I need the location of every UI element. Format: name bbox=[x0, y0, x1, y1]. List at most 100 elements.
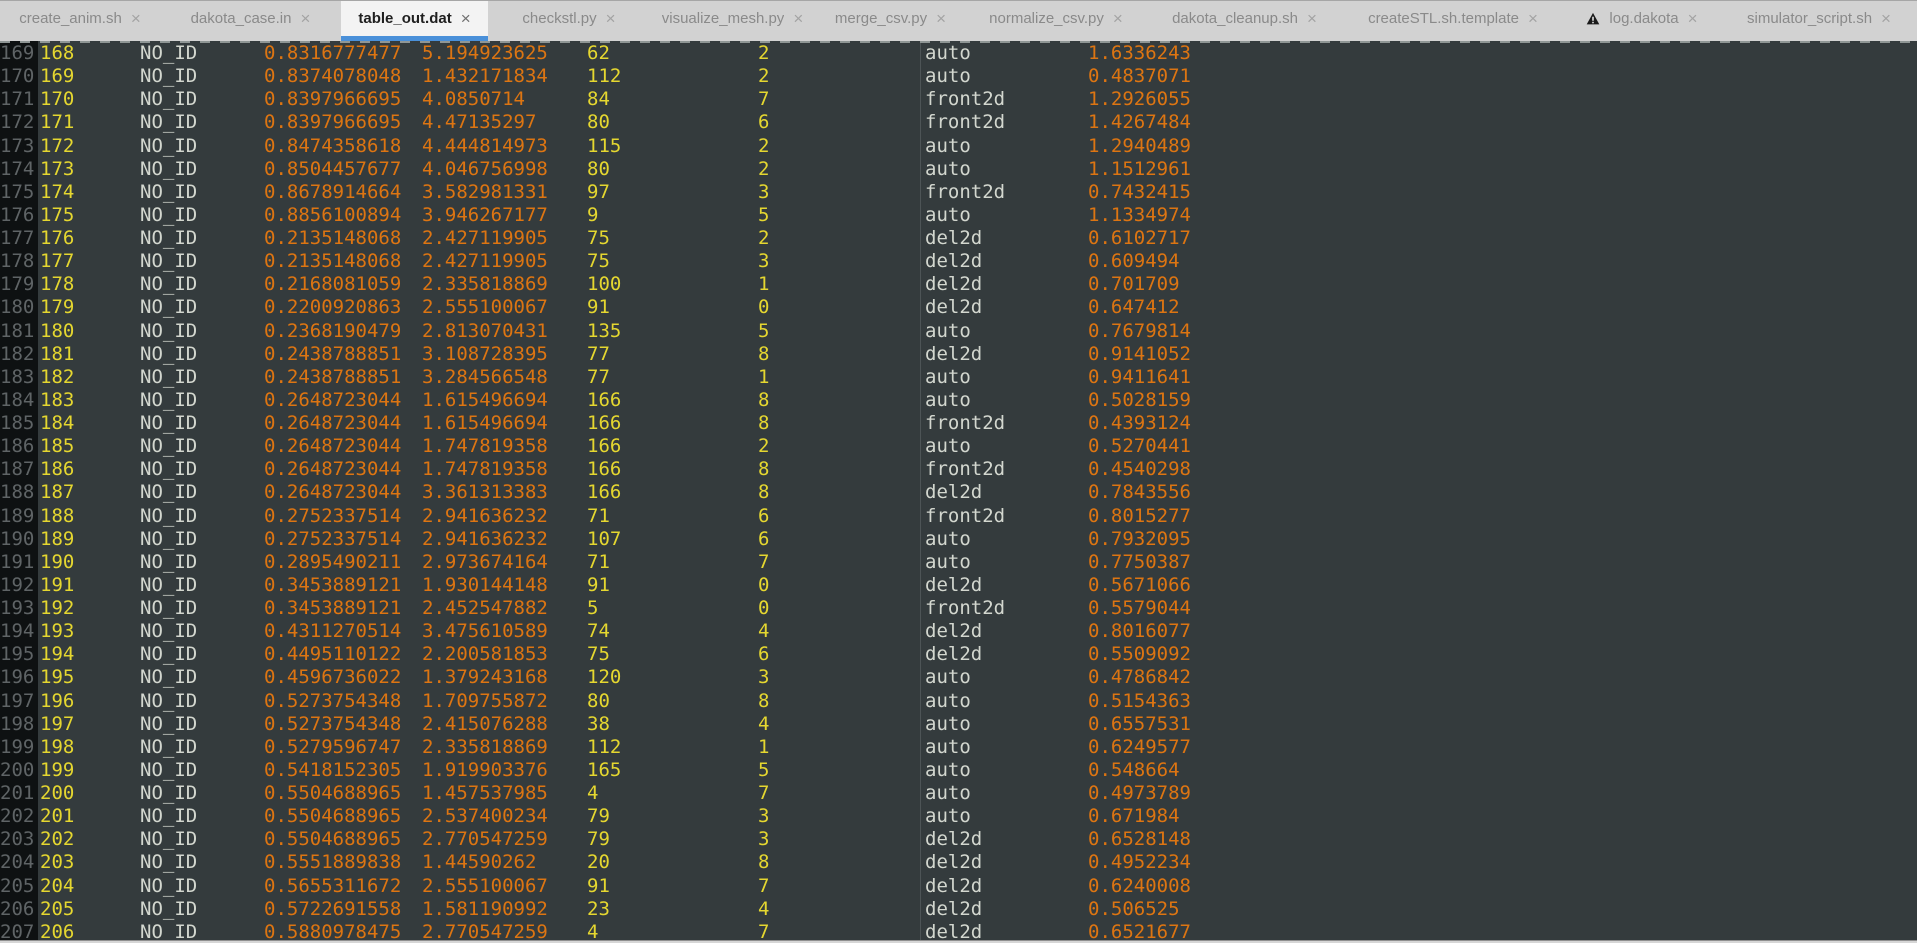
table-row: 201 200 NO_ID 0.5504688965 1.457537985 4… bbox=[0, 782, 1917, 805]
cell-value-3: 1.2940489 bbox=[1086, 135, 1917, 158]
line-number: 177 bbox=[0, 227, 38, 250]
cell-label: NO_ID bbox=[138, 851, 262, 874]
cell-id: 194 bbox=[38, 643, 138, 666]
cell-value-1: 0.5551889838 bbox=[262, 851, 420, 874]
table-row: 193 192 NO_ID 0.3453889121 2.452547882 5… bbox=[0, 597, 1917, 620]
close-icon[interactable]: × bbox=[1528, 10, 1538, 27]
line-number: 178 bbox=[0, 250, 38, 273]
cell-label: NO_ID bbox=[138, 389, 262, 412]
close-icon[interactable]: × bbox=[461, 10, 471, 27]
table-row: 187 186 NO_ID 0.2648723044 1.747819358 1… bbox=[0, 458, 1917, 481]
close-icon[interactable]: × bbox=[1307, 10, 1317, 27]
cell-int-2: 4 bbox=[756, 620, 918, 643]
cell-value-2: 1.747819358 bbox=[420, 435, 585, 458]
cell-int-1: 165 bbox=[585, 759, 756, 782]
line-number: 206 bbox=[0, 898, 38, 921]
tab-visualize_mesh.py[interactable]: visualize_mesh.py × bbox=[650, 1, 815, 41]
cell-value-2: 1.615496694 bbox=[420, 412, 585, 435]
cell-int-2: 5 bbox=[756, 759, 918, 782]
cell-value-2: 2.415076288 bbox=[420, 713, 585, 736]
close-icon[interactable]: × bbox=[936, 10, 946, 27]
cell-tag: del2d bbox=[918, 620, 1086, 643]
tab-label: create_anim.sh bbox=[19, 10, 122, 27]
line-number: 186 bbox=[0, 435, 38, 458]
table-row: 175 174 NO_ID 0.8678914664 3.582981331 9… bbox=[0, 181, 1917, 204]
line-number: 193 bbox=[0, 597, 38, 620]
close-icon[interactable]: × bbox=[1113, 10, 1123, 27]
table-row: 185 184 NO_ID 0.2648723044 1.615496694 1… bbox=[0, 412, 1917, 435]
cell-value-2: 3.361313383 bbox=[420, 481, 585, 504]
table-row: 188 187 NO_ID 0.2648723044 3.361313383 1… bbox=[0, 481, 1917, 504]
table-row: 191 190 NO_ID 0.2895490211 2.973674164 7… bbox=[0, 551, 1917, 574]
tab-dakota_cleanup.sh[interactable]: dakota_cleanup.sh × bbox=[1146, 1, 1343, 41]
cell-int-2: 7 bbox=[756, 875, 918, 898]
cell-value-1: 0.2200920863 bbox=[262, 296, 420, 319]
tab-table_out.dat[interactable]: table_out.dat × bbox=[341, 1, 488, 41]
close-icon[interactable]: × bbox=[1881, 10, 1891, 27]
cell-int-2: 2 bbox=[756, 135, 918, 158]
table-row: 184 183 NO_ID 0.2648723044 1.615496694 1… bbox=[0, 389, 1917, 412]
cell-label: NO_ID bbox=[138, 412, 262, 435]
cell-id: 201 bbox=[38, 805, 138, 828]
cell-tag: del2d bbox=[918, 481, 1086, 504]
line-number: 192 bbox=[0, 574, 38, 597]
tab-createSTL.sh.template[interactable]: createSTL.sh.template × bbox=[1343, 1, 1563, 41]
tab-label: normalize_csv.py bbox=[989, 10, 1104, 27]
line-number: 200 bbox=[0, 759, 38, 782]
cell-value-1: 0.4596736022 bbox=[262, 666, 420, 689]
table-row: 189 188 NO_ID 0.2752337514 2.941636232 7… bbox=[0, 505, 1917, 528]
cell-int-2: 6 bbox=[756, 528, 918, 551]
cell-value-3: 0.609494 bbox=[1086, 250, 1917, 273]
close-icon[interactable]: × bbox=[1688, 10, 1698, 27]
table-row: 199 198 NO_ID 0.5279596747 2.335818869 1… bbox=[0, 736, 1917, 759]
tab-normalize_csv.py[interactable]: normalize_csv.py × bbox=[966, 1, 1146, 41]
cell-label: NO_ID bbox=[138, 666, 262, 689]
close-icon[interactable]: × bbox=[606, 10, 616, 27]
cell-int-1: 166 bbox=[585, 389, 756, 412]
close-icon[interactable]: × bbox=[793, 10, 803, 27]
cell-int-2: 0 bbox=[756, 574, 918, 597]
cell-id: 200 bbox=[38, 782, 138, 805]
cell-int-1: 84 bbox=[585, 88, 756, 111]
cell-int-1: 80 bbox=[585, 158, 756, 181]
cell-int-1: 97 bbox=[585, 181, 756, 204]
cell-tag: auto bbox=[918, 713, 1086, 736]
text-editor-window: create_anim.sh × dakota_case.in × table_… bbox=[0, 0, 1917, 943]
close-icon[interactable]: × bbox=[131, 10, 141, 27]
cell-value-2: 2.537400234 bbox=[420, 805, 585, 828]
cell-id: 206 bbox=[38, 921, 138, 940]
cell-int-1: 166 bbox=[585, 435, 756, 458]
cell-id: 177 bbox=[38, 250, 138, 273]
line-number: 204 bbox=[0, 851, 38, 874]
editor-area[interactable]: 169 168 NO_ID 0.8316777477 5.194923625 6… bbox=[0, 41, 1917, 940]
cell-value-1: 0.2648723044 bbox=[262, 412, 420, 435]
tab-label: dakota_case.in bbox=[191, 10, 292, 27]
cell-value-3: 0.7432415 bbox=[1086, 181, 1917, 204]
tab-create_anim.sh[interactable]: create_anim.sh × bbox=[0, 1, 160, 41]
cell-value-1: 0.8397966695 bbox=[262, 111, 420, 134]
table-row: 170 169 NO_ID 0.8374078048 1.432171834 1… bbox=[0, 65, 1917, 88]
close-icon[interactable]: × bbox=[300, 10, 310, 27]
tab-dakota_case.in[interactable]: dakota_case.in × bbox=[160, 1, 341, 41]
cell-value-2: 2.555100067 bbox=[420, 296, 585, 319]
tab-checkstl.py[interactable]: checkstl.py × bbox=[488, 1, 650, 41]
cell-id: 168 bbox=[38, 42, 138, 65]
cell-label: NO_ID bbox=[138, 875, 262, 898]
cell-int-2: 3 bbox=[756, 250, 918, 273]
tab-merge_csv.py[interactable]: merge_csv.py × bbox=[815, 1, 966, 41]
cell-value-1: 0.5504688965 bbox=[262, 805, 420, 828]
cell-tag: auto bbox=[918, 551, 1086, 574]
cell-value-1: 0.3453889121 bbox=[262, 574, 420, 597]
cell-id: 187 bbox=[38, 481, 138, 504]
cell-value-3: 0.5154363 bbox=[1086, 690, 1917, 713]
cell-value-1: 0.3453889121 bbox=[262, 597, 420, 620]
cell-tag: auto bbox=[918, 320, 1086, 343]
table-row: 198 197 NO_ID 0.5273754348 2.415076288 3… bbox=[0, 713, 1917, 736]
tab-log.dakota[interactable]: log.dakota × bbox=[1563, 1, 1721, 41]
cell-int-1: 77 bbox=[585, 343, 756, 366]
cell-int-1: 77 bbox=[585, 366, 756, 389]
cell-value-3: 0.5579044 bbox=[1086, 597, 1917, 620]
warning-icon bbox=[1586, 12, 1600, 26]
tab-simulator_script.sh[interactable]: simulator_script.sh × bbox=[1721, 1, 1917, 41]
table-row: 180 179 NO_ID 0.2200920863 2.555100067 9… bbox=[0, 296, 1917, 319]
